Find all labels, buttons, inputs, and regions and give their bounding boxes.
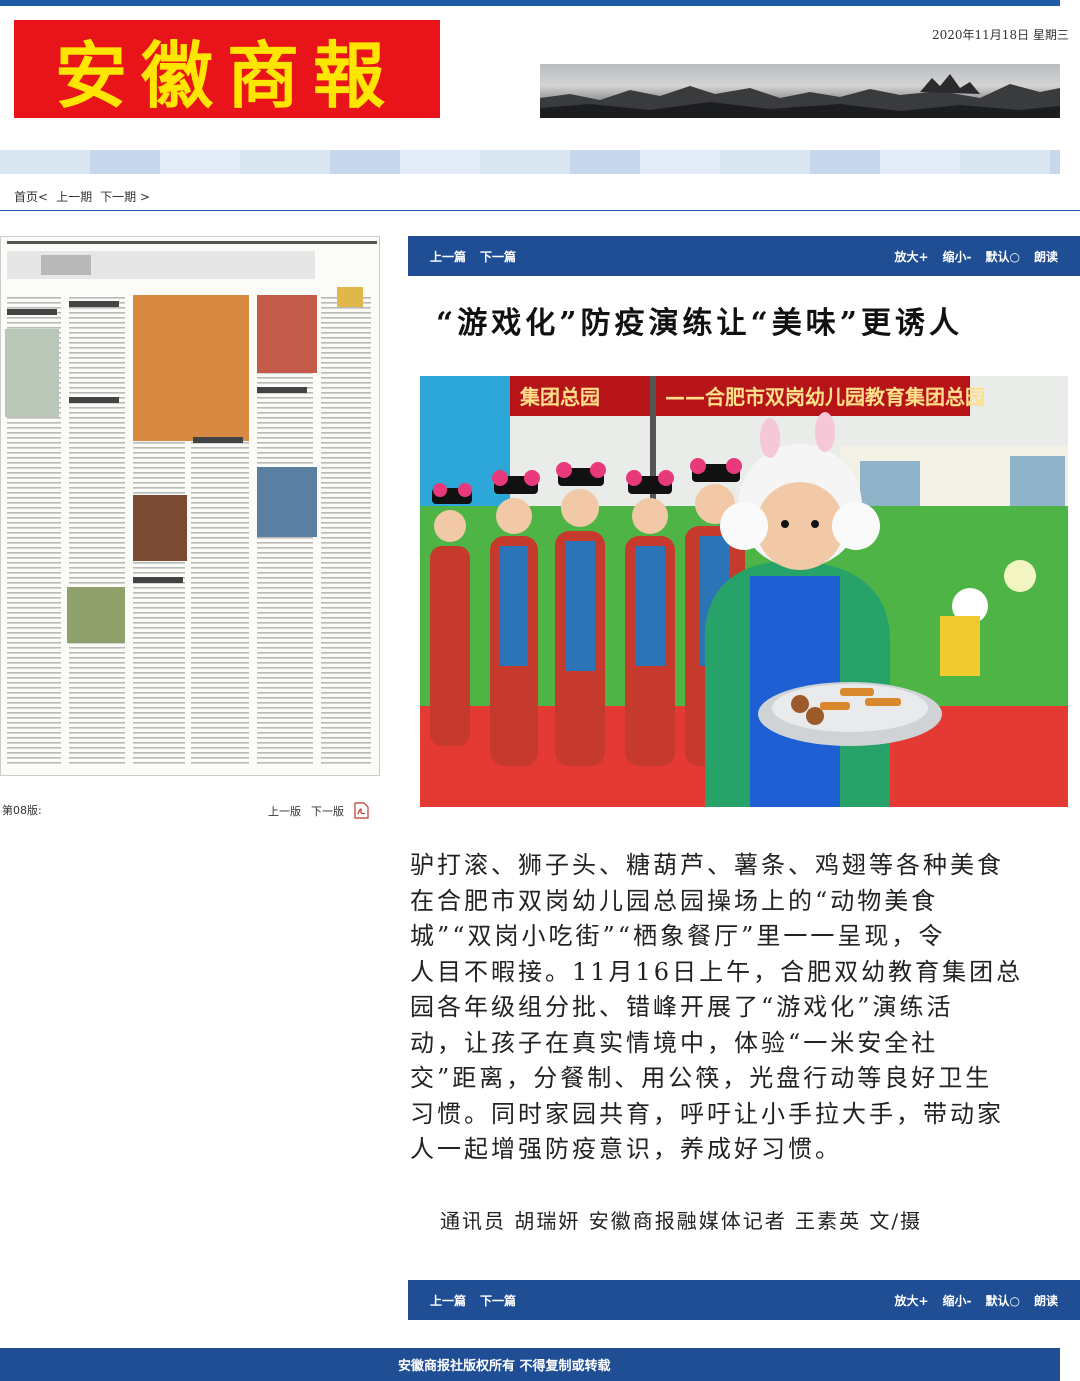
issue-date: 2020年11月18日 星期三: [932, 28, 1069, 42]
prev-issue-link[interactable]: 上一期: [56, 188, 92, 205]
read-aloud-button[interactable]: 朗读: [1034, 248, 1058, 265]
article-body-line: 交”距离，分餐制、用公筷，光盘行动等良好卫生: [410, 1064, 993, 1092]
prev-page-link[interactable]: 上一版: [268, 803, 301, 819]
photo-banner-left: 集团总园: [519, 385, 600, 409]
next-page-link[interactable]: 下一版: [311, 803, 344, 819]
issue-navigation: 首页< 上一期 下一期 >: [14, 188, 150, 205]
article-byline: 通讯员 胡瑞妍 安徽商报融媒体记者 王素英 文/摄: [440, 1209, 923, 1233]
footer: 安徽商报社版权所有 不得复制或转载: [0, 1348, 1060, 1381]
edition-navigation: 上一版 下一版: [268, 802, 369, 819]
prev-article-button[interactable]: 上一篇: [430, 248, 466, 265]
copyright-text: 安徽商报社版权所有 不得复制或转载: [398, 1359, 611, 1374]
default-size-button[interactable]: 默认○: [986, 248, 1020, 265]
prev-article-button-bottom[interactable]: 上一篇: [430, 1292, 466, 1309]
header-divider: [0, 210, 1080, 211]
logo-text: 安徽商報: [54, 32, 399, 118]
home-link[interactable]: 首页<: [14, 188, 48, 205]
top-accent-line: [0, 0, 1060, 6]
page-thumbnail[interactable]: [0, 236, 380, 776]
zoom-out-button[interactable]: 缩小-: [943, 248, 972, 265]
next-article-button[interactable]: 下一篇: [480, 248, 516, 265]
article-body-line: 驴打滚、狮子头、糖葫芦、薯条、鸡翅等各种美食: [410, 851, 1004, 879]
article-body-line: 城”“双岗小吃街”“栖象餐厅”里一一呈现，令: [410, 922, 946, 950]
zoom-in-button-bottom[interactable]: 放大+: [894, 1292, 928, 1309]
article-toolbar-bottom: 上一篇 下一篇 放大+ 缩小- 默认○ 朗读: [408, 1280, 1080, 1320]
zoom-out-button-bottom[interactable]: 缩小-: [943, 1292, 972, 1309]
read-aloud-button-bottom[interactable]: 朗读: [1034, 1292, 1058, 1309]
pdf-icon[interactable]: [354, 802, 369, 819]
next-issue-link[interactable]: 下一期 >: [100, 188, 150, 205]
next-article-button-bottom[interactable]: 下一篇: [480, 1292, 516, 1309]
article-body-line: 园各年级组分批、错峰开展了“游戏化”演练活: [410, 993, 954, 1021]
article-body-line: 动，让孩子在真实情境中，体验“一米安全社: [410, 1028, 939, 1057]
photo-banner-text: ——合肥市双岗幼儿园教育集团总园: [665, 385, 985, 409]
article-body-line: 在合肥市双岗幼儿园总园操场上的“动物美食: [410, 886, 939, 915]
edition-label: 第08版:: [2, 804, 42, 817]
newspaper-logo[interactable]: 安徽商報: [14, 20, 440, 118]
article-title: “游戏化”防疫演练让“美味”更诱人: [436, 306, 964, 341]
article-photo[interactable]: 集团总园 ——合肥市双岗幼儿园教育集团总园: [420, 376, 1068, 807]
article-body-line: 习惯。同时家园共育，呼吁让小手拉大手，带动家: [410, 1099, 1004, 1128]
article-body-line: 人目不暇接。11月16日上午，合肥双幼教育集团总: [410, 957, 1024, 986]
default-size-button-bottom[interactable]: 默认○: [986, 1292, 1020, 1309]
article-body: 驴打滚、狮子头、糖葫芦、薯条、鸡翅等各种美食 在合肥市双岗幼儿园总园操场上的“动物…: [410, 848, 1066, 1168]
article-body-line: 人一起增强防疫意识，养成好习惯。: [410, 1135, 842, 1163]
zoom-in-button[interactable]: 放大+: [894, 248, 928, 265]
header-stripe-band: [0, 150, 1060, 174]
article-toolbar-top: 上一篇 下一篇 放大+ 缩小- 默认○ 朗读: [408, 236, 1080, 276]
header-landscape-image: [540, 64, 1060, 118]
